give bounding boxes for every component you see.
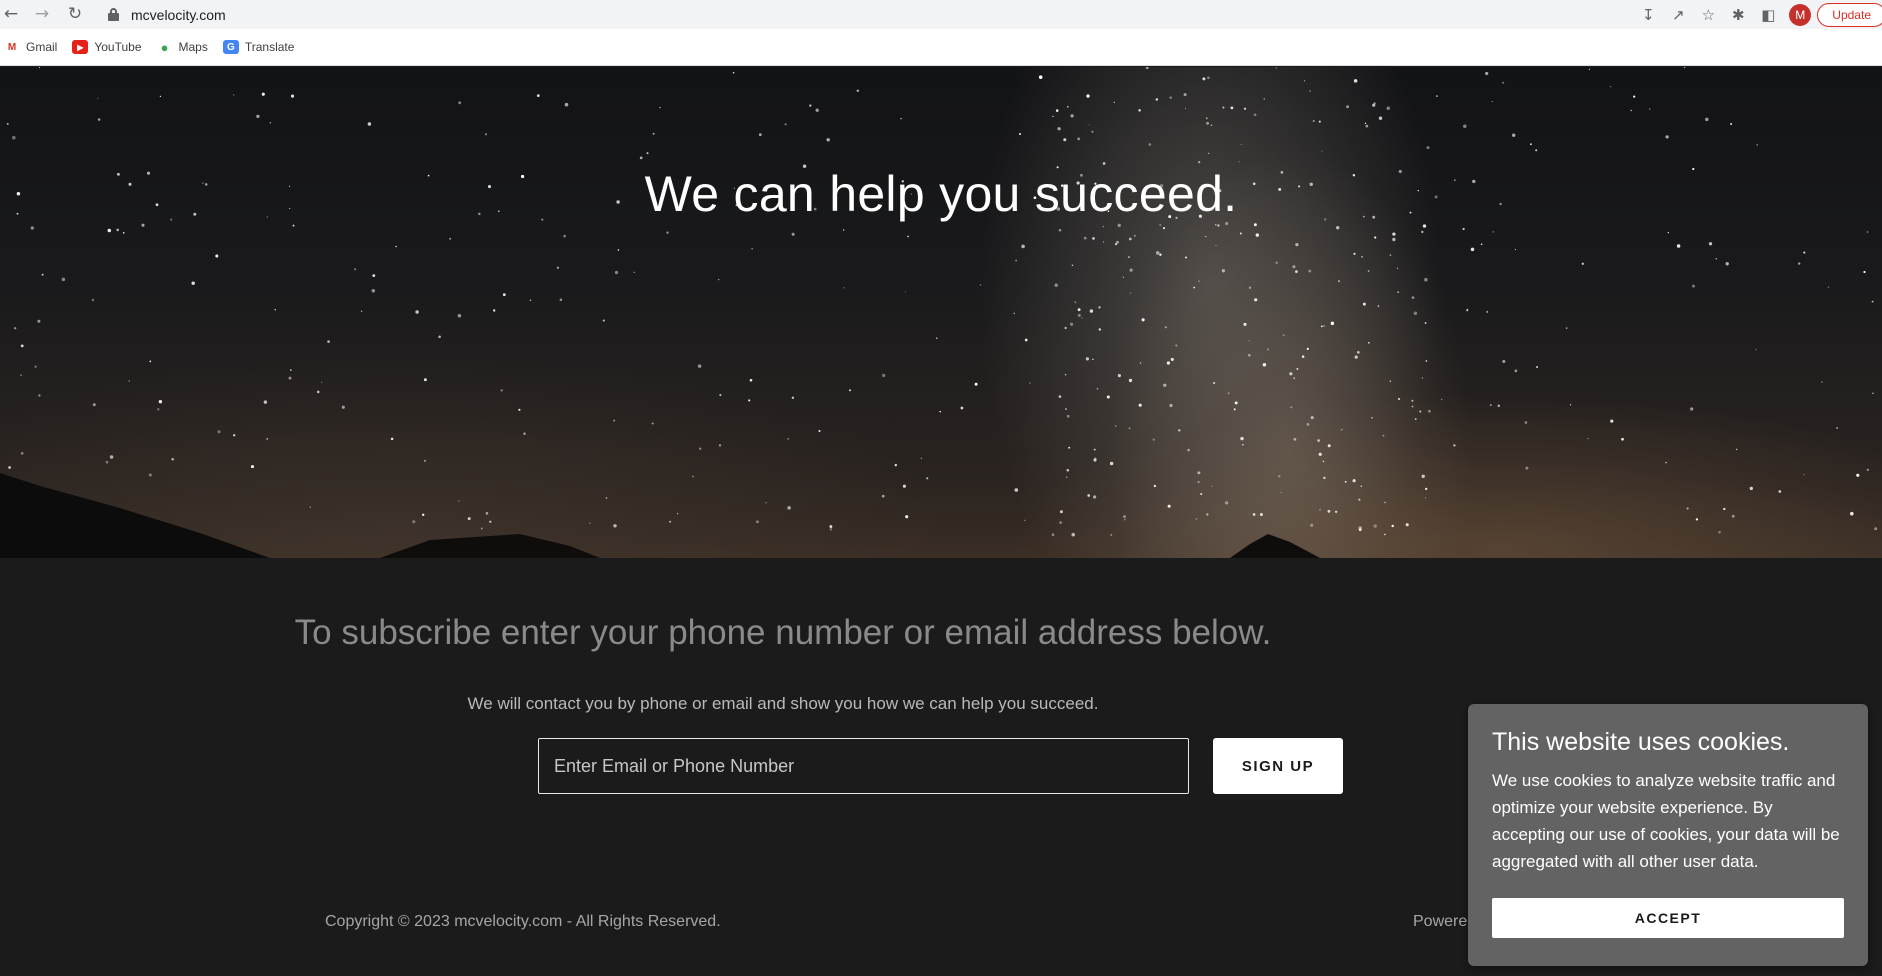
- bookmark-maps[interactable]: ● Maps: [157, 39, 208, 55]
- powered-by-text: Powered: [1413, 913, 1477, 930]
- side-panel-icon[interactable]: ◧: [1753, 1, 1783, 29]
- bookmark-label: Translate: [244, 40, 295, 54]
- cookie-banner: This website uses cookies. We use cookie…: [1468, 704, 1868, 966]
- hero-banner: We can help you succeed.: [0, 67, 1882, 558]
- youtube-icon: ▶: [72, 40, 89, 54]
- mountain-silhouette: [0, 473, 1320, 558]
- extensions-icon[interactable]: ✱: [1723, 1, 1753, 29]
- share-icon[interactable]: ↗: [1663, 1, 1693, 29]
- address-bar[interactable]: mcvelocity.com: [98, 1, 1618, 28]
- bookmarks-bar: M Gmail ▶ YouTube ● Maps G Translate: [0, 29, 1882, 66]
- profile-avatar[interactable]: M: [1789, 3, 1812, 26]
- copyright-text: Copyright © 2023 mcvelocity.com - All Ri…: [325, 913, 721, 930]
- url-text[interactable]: mcvelocity.com: [131, 7, 226, 23]
- maps-icon: ●: [160, 39, 169, 55]
- bookmark-gmail[interactable]: M Gmail: [4, 40, 58, 54]
- accept-cookies-button[interactable]: ACCEPT: [1492, 898, 1844, 938]
- cookie-title: This website uses cookies.: [1492, 728, 1790, 756]
- subscribe-description: We will contact you by phone or email an…: [467, 694, 1099, 713]
- forward-icon[interactable]: →: [31, 3, 53, 25]
- bookmark-label: Maps: [178, 40, 208, 54]
- update-button[interactable]: Update: [1817, 2, 1882, 27]
- signup-button[interactable]: SIGN UP: [1213, 738, 1343, 794]
- gmail-icon: M: [7, 41, 17, 53]
- hero-title: We can help you succeed.: [644, 166, 1238, 222]
- bookmark-youtube[interactable]: ▶ YouTube: [72, 40, 142, 54]
- translate-icon: G: [222, 40, 239, 54]
- bookmark-label: YouTube: [94, 40, 142, 54]
- lock-icon[interactable]: [108, 8, 119, 21]
- cookie-body: We use cookies to analyze website traffi…: [1492, 771, 1840, 871]
- star-icon[interactable]: ☆: [1693, 1, 1723, 29]
- bookmark-translate[interactable]: G Translate: [222, 40, 295, 54]
- email-phone-input[interactable]: [538, 738, 1189, 794]
- toolbar-actions: ↧ ↗ ☆ ✱ ◧ M Update: [1633, 0, 1882, 29]
- browser-toolbar: ← → ↻ mcvelocity.com ↧ ↗ ☆ ✱ ◧ M Update: [0, 0, 1882, 29]
- subscribe-title: To subscribe enter your phone number or …: [294, 613, 1272, 652]
- reload-icon[interactable]: ↻: [64, 3, 86, 25]
- install-icon[interactable]: ↧: [1633, 1, 1663, 29]
- bookmark-label: Gmail: [26, 40, 58, 54]
- back-icon[interactable]: ←: [0, 3, 22, 25]
